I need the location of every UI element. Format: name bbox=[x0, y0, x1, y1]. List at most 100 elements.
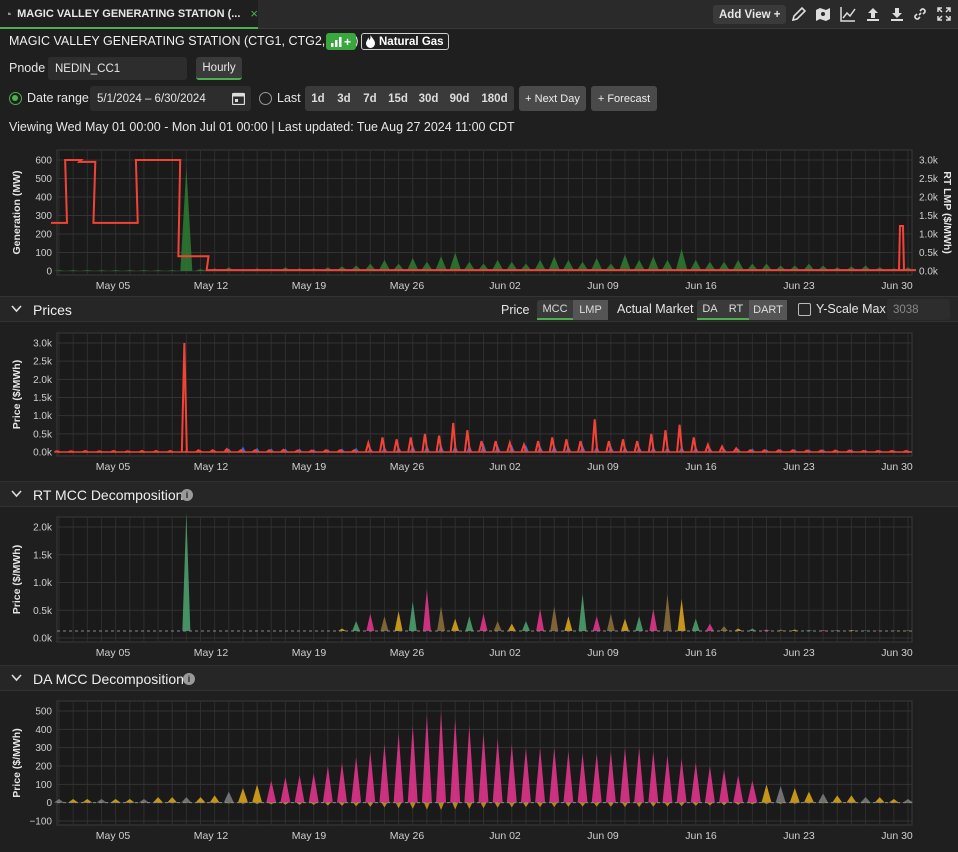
price-toggle: MCC LMP bbox=[537, 300, 608, 320]
x-tick-label: May 19 bbox=[292, 647, 327, 659]
da-mcc-panel-header: DA MCC Decomposition i bbox=[0, 665, 958, 691]
x-tick-label: Jun 02 bbox=[489, 647, 521, 659]
line-chart-icon[interactable] bbox=[840, 6, 856, 22]
tab-magic-valley[interactable]: MAGIC VALLEY GENERATING STATION (... × bbox=[0, 0, 258, 29]
market-label: Actual Market bbox=[617, 302, 694, 316]
x-tick-label: May 19 bbox=[292, 830, 327, 842]
close-icon[interactable]: × bbox=[250, 6, 258, 21]
x-tick-label: Jun 16 bbox=[685, 830, 717, 842]
market-rt[interactable]: RT bbox=[723, 300, 749, 320]
y2-tick-label: 0.0k bbox=[919, 267, 939, 278]
y-tick-label: 400 bbox=[35, 725, 52, 736]
y2-tick-label: 1.5k bbox=[919, 211, 939, 222]
date-range-radio[interactable] bbox=[9, 92, 22, 105]
market-toggle: DA RT DART bbox=[697, 300, 787, 320]
x-tick-label: Jun 09 bbox=[587, 830, 619, 842]
calendar-icon[interactable] bbox=[232, 92, 245, 105]
info-icon[interactable]: i bbox=[181, 489, 193, 501]
market-da[interactable]: DA bbox=[697, 300, 723, 320]
y-tick-label: 2.0k bbox=[33, 375, 53, 386]
y-tick-label: 0.0k bbox=[33, 634, 53, 645]
fuel-badge-label: Natural Gas bbox=[379, 35, 444, 48]
hourly-button[interactable]: Hourly bbox=[196, 57, 242, 80]
y2-tick-label: 0.5k bbox=[919, 248, 939, 259]
download-icon[interactable] bbox=[889, 6, 905, 22]
x-tick-label: May 26 bbox=[390, 280, 425, 292]
x-tick-label: Jun 30 bbox=[881, 647, 913, 659]
tab-bar: MAGIC VALLEY GENERATING STATION (... × A… bbox=[0, 0, 958, 29]
x-tick-label: Jun 16 bbox=[685, 647, 717, 659]
x-tick-label: May 12 bbox=[194, 647, 229, 659]
x-tick-label: May 12 bbox=[194, 280, 229, 292]
price-lmp[interactable]: LMP bbox=[573, 300, 608, 320]
forecast-button[interactable]: + Forecast bbox=[591, 86, 657, 111]
x-tick-label: May 05 bbox=[96, 647, 131, 659]
y-tick-label: 2.5k bbox=[33, 357, 53, 368]
generation-chart[interactable]: 0 100 200 300 400 500 600 May 05 May 12 May 19 May… bbox=[0, 140, 958, 296]
x-tick-label: May 19 bbox=[292, 280, 327, 292]
x-tick-label: Jun 16 bbox=[685, 461, 717, 473]
last-label: Last bbox=[277, 91, 301, 105]
x-tick-label: May 05 bbox=[96, 830, 131, 842]
y2-tick-label: 2.0k bbox=[919, 193, 939, 204]
map-icon[interactable] bbox=[815, 6, 831, 22]
last-30d[interactable]: 30d bbox=[413, 86, 444, 111]
x-tick-label: Jun 23 bbox=[783, 461, 815, 473]
y2-axis-label: RT LMP ($/MWh) bbox=[941, 171, 953, 254]
x-tick-label: Jun 02 bbox=[489, 280, 521, 292]
da-mcc-chart[interactable]: −100 0 100 200 300 400 500 May 05 May 12 May 19 Ma… bbox=[0, 691, 958, 852]
y-tick-label: 100 bbox=[35, 780, 52, 791]
x-tick-label: Jun 09 bbox=[587, 280, 619, 292]
date-range-input[interactable]: 5/1/2024 – 6/30/2024 bbox=[90, 86, 251, 111]
last-3d[interactable]: 3d bbox=[331, 86, 357, 111]
x-tick-label: Jun 30 bbox=[881, 461, 913, 473]
x-tick-label: Jun 23 bbox=[783, 280, 815, 292]
next-day-button[interactable]: + Next Day bbox=[519, 86, 586, 111]
add-view-button[interactable]: Add View + bbox=[713, 5, 787, 24]
x-tick-label: May 05 bbox=[96, 461, 131, 473]
last-7d[interactable]: 7d bbox=[357, 86, 383, 111]
y-tick-label: 0.5k bbox=[33, 606, 53, 617]
y-tick-label: 1.5k bbox=[33, 550, 53, 561]
last-1d[interactable]: 1d bbox=[305, 86, 331, 111]
last-180d[interactable]: 180d bbox=[475, 86, 514, 111]
x-tick-label: May 19 bbox=[292, 461, 327, 473]
y-tick-label: 3.0k bbox=[33, 339, 53, 350]
y-tick-label: −100 bbox=[29, 817, 52, 828]
x-tick-label: Jun 16 bbox=[685, 280, 717, 292]
y-tick-label: 300 bbox=[35, 211, 52, 222]
last-15d[interactable]: 15d bbox=[383, 86, 413, 111]
market-dart[interactable]: DART bbox=[749, 300, 787, 320]
yscale-input[interactable] bbox=[887, 299, 950, 320]
pnode-input[interactable] bbox=[48, 57, 187, 80]
x-tick-label: May 12 bbox=[194, 830, 229, 842]
y2-tick-label: 1.0k bbox=[919, 230, 939, 241]
x-tick-label: May 26 bbox=[390, 461, 425, 473]
upload-icon[interactable] bbox=[865, 6, 881, 22]
fullscreen-icon[interactable] bbox=[936, 6, 952, 22]
x-tick-label: Jun 09 bbox=[587, 461, 619, 473]
rt-mcc-chart[interactable]: 0.0k 0.5k 1.0k 1.5k 2.0k May 05 May 12 May 19 Ma… bbox=[0, 507, 958, 665]
last-90d[interactable]: 90d bbox=[444, 86, 475, 111]
last-radio[interactable] bbox=[259, 92, 272, 105]
prices-chart[interactable]: 0.0k 0.5k 1.0k 1.5k 2.0k 2.5k 3.0k May 05 May 12… bbox=[0, 323, 958, 481]
y-tick-label: 600 bbox=[35, 156, 52, 167]
x-tick-label: May 26 bbox=[390, 647, 425, 659]
y-tick-label: 500 bbox=[35, 707, 52, 718]
y-tick-label: 500 bbox=[35, 174, 52, 185]
price-mcc[interactable]: MCC bbox=[537, 300, 573, 320]
y-tick-label: 200 bbox=[35, 762, 52, 773]
info-icon[interactable]: i bbox=[183, 673, 195, 685]
chevron-down-icon[interactable] bbox=[11, 305, 22, 313]
fuel-badge: Natural Gas bbox=[361, 33, 449, 50]
last-options: 1d 3d 7d 15d 30d 90d 180d bbox=[305, 86, 514, 111]
link-icon[interactable] bbox=[912, 6, 928, 22]
y-tick-label: 1.0k bbox=[33, 411, 53, 422]
chevron-down-icon[interactable] bbox=[11, 490, 22, 498]
prices-panel-header: Prices bbox=[0, 296, 958, 322]
pencil-icon[interactable] bbox=[791, 6, 807, 22]
chevron-down-icon[interactable] bbox=[11, 674, 22, 682]
yscale-checkbox[interactable] bbox=[798, 303, 811, 316]
rt-mcc-panel-header: RT MCC Decomposition i bbox=[0, 481, 958, 507]
generation-badge[interactable]: + bbox=[326, 33, 356, 50]
